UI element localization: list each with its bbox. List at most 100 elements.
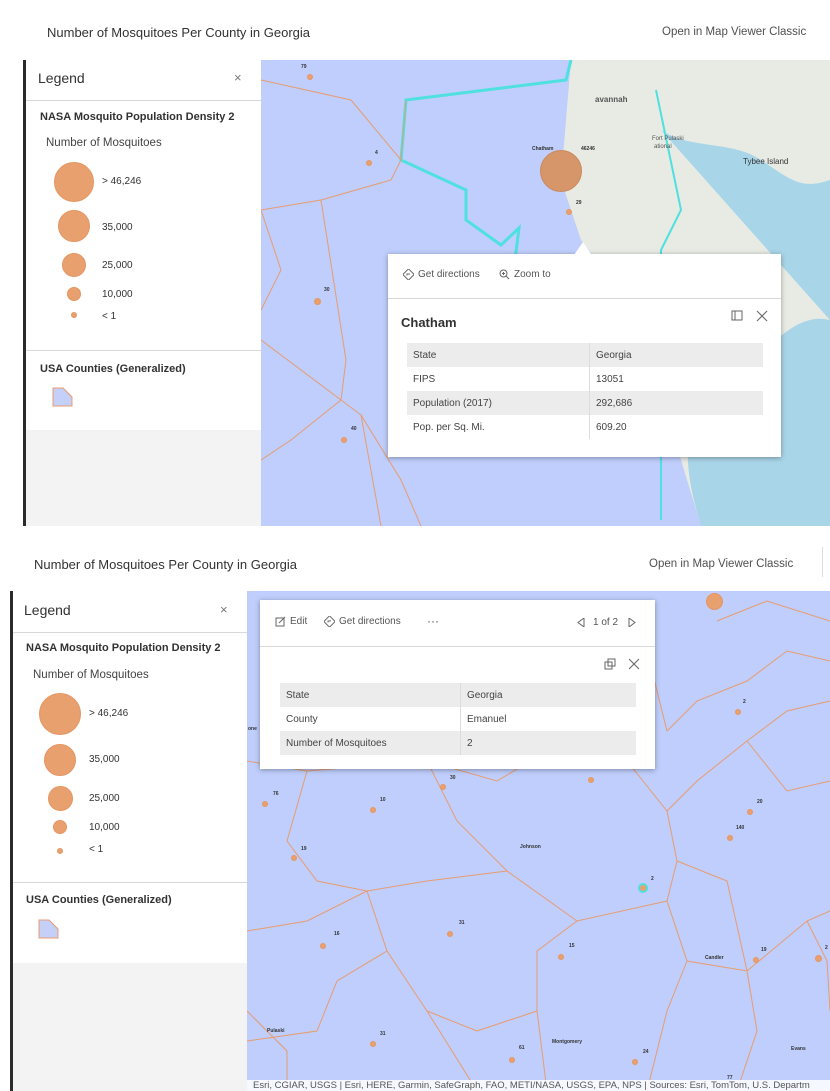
legend-class-label: < 1 — [89, 844, 104, 855]
point-value-label: 76 — [273, 791, 279, 797]
attribute-table: State Georgia FIPS 13051 Population (2017)… — [407, 343, 763, 439]
more-actions-button[interactable]: ··· — [427, 614, 439, 628]
legend-close-icon[interactable]: × — [234, 70, 242, 85]
mosquito-point[interactable] — [291, 855, 297, 861]
legend-symbol-circle-small — [53, 820, 67, 834]
place-label-savannah: avannah — [595, 95, 628, 104]
previous-feature-icon[interactable] — [577, 618, 585, 627]
table-row: County Emanuel — [280, 707, 636, 731]
legend-layer-title: NASA Mosquito Population Density 2 — [26, 642, 221, 654]
county-label-chatham: Chatham — [532, 146, 554, 152]
mosquito-point[interactable] — [632, 1059, 638, 1065]
popup-divider — [388, 298, 781, 299]
mosquito-point[interactable] — [747, 809, 753, 815]
legend-layer-title: USA Counties (Generalized) — [26, 894, 172, 906]
table-row: FIPS 13051 — [407, 367, 763, 391]
legend-empty-area — [13, 963, 247, 1091]
attr-value: 13051 — [596, 373, 624, 385]
open-classic-link[interactable]: Open in Map Viewer Classic — [662, 26, 806, 38]
get-directions-button[interactable]: Get directions — [324, 616, 401, 627]
attr-value: Georgia — [460, 683, 636, 707]
legend-symbol-circle-medium — [62, 253, 86, 277]
legend-panel: Legend × NASA Mosquito Population Densit… — [13, 591, 247, 1091]
mosquito-point[interactable] — [440, 784, 446, 790]
zoom-icon — [499, 269, 510, 280]
legend-layer-title: NASA Mosquito Population Density 2 — [40, 111, 235, 123]
mosquito-point[interactable] — [566, 209, 572, 215]
legend-field-title: Number of Mosquitoes — [33, 669, 149, 681]
point-value-label: 46246 — [581, 146, 595, 152]
selected-mosquito-point[interactable] — [638, 883, 648, 893]
close-icon[interactable] — [756, 310, 768, 322]
open-classic-link[interactable]: Open in Map Viewer Classic — [649, 558, 793, 570]
dock-icon[interactable] — [731, 310, 743, 322]
legend-symbol-circle-large — [44, 744, 76, 776]
app-title: Number of Mosquitoes Per County in Georg… — [34, 557, 298, 572]
table-row: State Georgia — [407, 343, 763, 367]
mosquito-point[interactable] — [320, 943, 326, 949]
mosquito-point[interactable] — [314, 298, 321, 305]
get-directions-button[interactable]: Get directions — [403, 269, 480, 280]
legend-close-icon[interactable]: × — [220, 602, 228, 617]
mosquito-point[interactable] — [815, 955, 822, 962]
mosquito-point[interactable] — [588, 777, 594, 783]
county-label-pulaski: Pulaski — [267, 1028, 285, 1034]
legend-class-label: > 46,246 — [89, 708, 129, 719]
mosquito-point[interactable] — [341, 437, 347, 443]
county-label-montgomery: Montgomery — [552, 1039, 582, 1045]
table-row: Number of Mosquitoes 2 — [280, 731, 636, 755]
point-value-label: 2 — [743, 699, 746, 705]
mosquito-point[interactable] — [370, 807, 376, 813]
legend-header: Legend — [24, 602, 71, 618]
popup-pointer — [574, 242, 592, 255]
selected-mosquito-point[interactable] — [540, 150, 582, 192]
point-value-label: 140 — [736, 825, 745, 831]
get-directions-label: Get directions — [418, 269, 480, 280]
edit-icon — [275, 616, 286, 627]
point-value-label: 20 — [757, 799, 763, 805]
legend-symbol-circle-large — [58, 210, 90, 242]
mosquito-point[interactable] — [307, 74, 313, 80]
point-value-label: 40 — [351, 426, 357, 432]
point-value-label: 30 — [450, 775, 456, 781]
attr-key: Pop. per Sq. Mi. — [407, 415, 590, 439]
mosquito-point[interactable] — [262, 801, 268, 807]
mosquito-point[interactable] — [727, 835, 733, 841]
point-value-label: 2 — [651, 876, 654, 882]
legend-class-label: > 46,246 — [102, 176, 142, 187]
edit-button[interactable]: Edit — [275, 616, 307, 627]
mosquito-point[interactable] — [366, 160, 372, 166]
legend-divider — [13, 632, 247, 633]
legend-class-label: 35,000 — [102, 222, 133, 233]
popup-title: Chatham — [401, 315, 457, 330]
close-icon[interactable] — [628, 658, 640, 670]
zoom-to-button[interactable]: Zoom to — [499, 269, 551, 280]
dock-icon[interactable] — [604, 658, 616, 670]
directions-icon — [403, 269, 414, 280]
mosquito-point[interactable] — [735, 709, 741, 715]
mosquito-point[interactable] — [370, 1041, 376, 1047]
attr-key: FIPS — [407, 367, 590, 391]
mosquito-point[interactable] — [753, 957, 759, 963]
legend-symbol-circle-largest — [39, 693, 81, 735]
attr-key: Population (2017) — [407, 391, 590, 415]
legend-panel: Legend × NASA Mosquito Population Densit… — [26, 60, 261, 526]
attr-key: State — [280, 683, 461, 707]
county-label-candler: Candler — [705, 955, 724, 961]
point-value-label: 30 — [324, 287, 330, 293]
table-row: State Georgia — [280, 683, 636, 707]
popup-divider — [260, 646, 655, 647]
attr-value: 609.20 — [596, 421, 627, 433]
point-value-label: 19 — [761, 947, 767, 953]
attr-value: 2 — [460, 731, 636, 755]
mosquito-point[interactable] — [509, 1057, 515, 1063]
point-value-label: 16 — [334, 931, 340, 937]
point-value-label: 2 — [825, 945, 828, 951]
mosquito-point[interactable] — [706, 593, 723, 610]
mosquito-point[interactable] — [558, 954, 564, 960]
attr-key: Number of Mosquitoes — [280, 731, 461, 755]
next-feature-icon[interactable] — [628, 618, 636, 627]
pager-label: 1 of 2 — [593, 617, 619, 628]
app-title: Number of Mosquitoes Per County in Georg… — [47, 25, 311, 40]
mosquito-point[interactable] — [447, 931, 453, 937]
